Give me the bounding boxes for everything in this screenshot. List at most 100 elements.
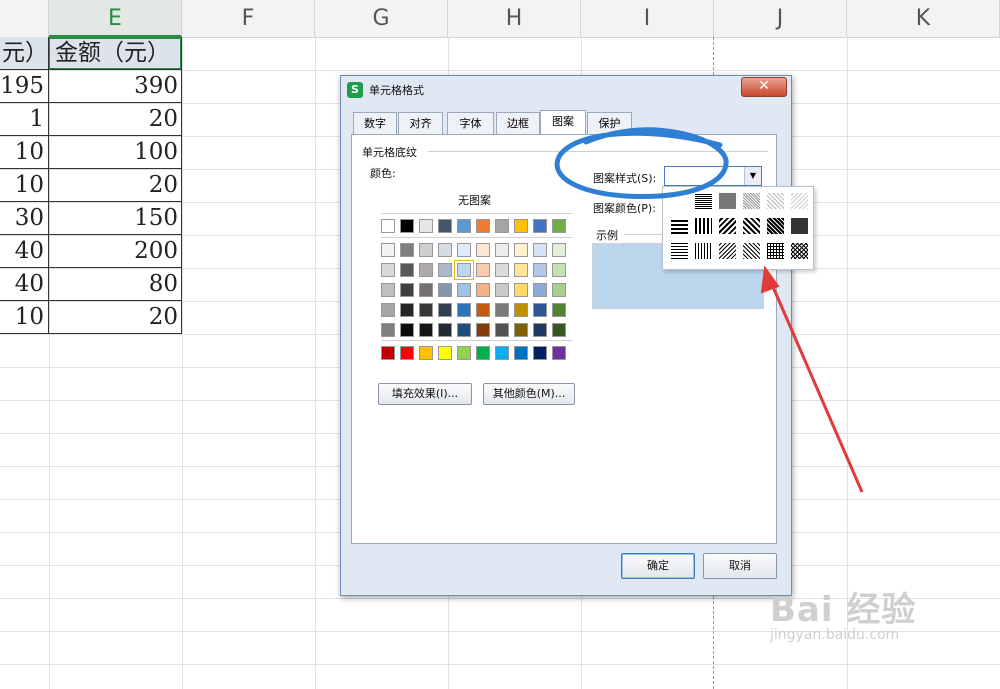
tab-font[interactable]: 字体 [447,112,494,134]
cell-e-value[interactable]: 150 [49,202,182,235]
pattern-swatch[interactable] [719,218,736,234]
color-swatch[interactable] [476,303,490,317]
column-header-f[interactable]: F [182,0,315,37]
pattern-swatch[interactable] [767,193,784,209]
color-swatch[interactable] [381,219,395,233]
no-pattern-option[interactable]: 无图案 [458,192,491,208]
color-swatch[interactable] [533,263,547,277]
color-swatch[interactable] [438,303,452,317]
color-swatch[interactable] [495,243,509,257]
tab-alignment[interactable]: 对齐 [398,112,443,134]
pattern-swatch[interactable] [743,243,760,259]
cell-e-value[interactable]: 20 [49,169,182,202]
more-colors-button[interactable]: 其他颜色(M)... [483,383,575,405]
pattern-swatch[interactable] [719,193,736,209]
color-swatch[interactable] [400,263,414,277]
color-swatch[interactable] [381,283,395,297]
color-swatch[interactable] [552,303,566,317]
pattern-swatch[interactable] [767,243,784,259]
color-swatch[interactable] [514,346,528,360]
color-swatch[interactable] [533,323,547,337]
color-swatch[interactable] [400,346,414,360]
color-swatch[interactable] [533,303,547,317]
color-swatch[interactable] [533,346,547,360]
cell-e-value[interactable]: 80 [49,268,182,301]
color-swatch[interactable] [454,260,474,280]
color-swatch[interactable] [514,323,528,337]
cell-d-value[interactable]: 40 [0,235,48,268]
pattern-swatch[interactable] [671,243,688,259]
tab-pattern[interactable]: 图案 [540,110,586,134]
color-swatch[interactable] [400,303,414,317]
color-swatch[interactable] [533,283,547,297]
pattern-swatch[interactable] [671,218,688,234]
color-swatch[interactable] [457,243,471,257]
cell-e-value[interactable]: 100 [49,136,182,169]
color-swatch[interactable] [457,303,471,317]
color-swatch[interactable] [457,323,471,337]
column-header-e[interactable]: E [49,0,182,37]
pattern-swatch[interactable] [671,193,688,209]
cell-e-value[interactable]: 390 [49,70,182,103]
color-swatch[interactable] [552,323,566,337]
color-swatch[interactable] [457,283,471,297]
color-swatch[interactable] [495,323,509,337]
color-swatch[interactable] [419,283,433,297]
cancel-button[interactable]: 取消 [703,553,777,579]
pattern-swatch[interactable] [767,218,784,234]
color-swatch[interactable] [476,243,490,257]
color-swatch[interactable] [438,243,452,257]
pattern-swatch[interactable] [791,243,808,259]
pattern-swatch[interactable] [743,193,760,209]
color-swatch[interactable] [495,263,509,277]
header-cell-d[interactable]: 元） [0,37,48,70]
cell-d-value[interactable]: 195 [0,70,48,103]
dialog-titlebar[interactable]: S 单元格格式 ✕ [341,76,791,103]
tab-border[interactable]: 边框 [496,112,540,134]
color-swatch[interactable] [514,303,528,317]
color-swatch[interactable] [476,263,490,277]
color-swatch[interactable] [381,263,395,277]
color-swatch[interactable] [476,219,490,233]
cell-d-value[interactable]: 10 [0,301,48,334]
color-swatch[interactable] [495,219,509,233]
pattern-swatch[interactable] [791,193,808,209]
color-swatch[interactable] [457,219,471,233]
close-button[interactable]: ✕ [741,77,787,97]
color-swatch[interactable] [514,219,528,233]
color-swatch[interactable] [533,243,547,257]
column-header-k[interactable]: K [847,0,1000,37]
cell-e-value[interactable]: 200 [49,235,182,268]
color-swatch[interactable] [476,323,490,337]
pattern-swatch[interactable] [695,243,712,259]
column-header-d[interactable] [0,0,49,37]
chevron-down-icon[interactable]: ▼ [744,167,761,185]
cell-d-value[interactable]: 30 [0,202,48,235]
color-swatch[interactable] [438,283,452,297]
color-swatch[interactable] [400,323,414,337]
cell-d-value[interactable]: 10 [0,136,48,169]
color-swatch[interactable] [495,346,509,360]
color-swatch[interactable] [381,346,395,360]
cell-e-value[interactable]: 20 [49,301,182,334]
color-swatch[interactable] [419,323,433,337]
color-swatch[interactable] [419,346,433,360]
color-swatch[interactable] [514,263,528,277]
color-swatch[interactable] [438,323,452,337]
tab-number[interactable]: 数字 [353,112,397,134]
color-swatch[interactable] [514,283,528,297]
color-swatch[interactable] [552,263,566,277]
color-swatch[interactable] [552,219,566,233]
color-swatch[interactable] [400,283,414,297]
color-swatch[interactable] [419,263,433,277]
pattern-swatch[interactable] [743,218,760,234]
color-swatch[interactable] [533,219,547,233]
color-swatch[interactable] [419,243,433,257]
color-swatch[interactable] [476,346,490,360]
column-header-i[interactable]: I [581,0,714,37]
color-swatch[interactable] [438,346,452,360]
color-swatch[interactable] [495,283,509,297]
pattern-swatch[interactable] [719,243,736,259]
color-swatch[interactable] [552,346,566,360]
color-swatch[interactable] [419,303,433,317]
